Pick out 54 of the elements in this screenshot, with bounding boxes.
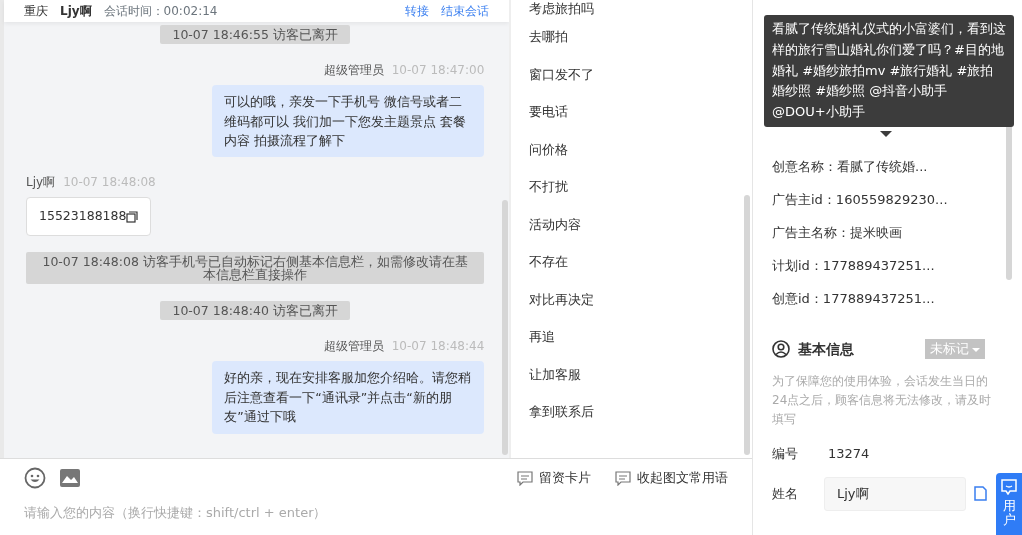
tooltip: 看腻了传统婚礼仪式的小富婆们，看到这样的旅行雪山婚礼你们爱了吗？#目的地婚礼 #婚纱旅拍mv #旅行婚礼 #旅拍婚纱照 #婚纱照 @抖音小助手 @DOU+小助手: [764, 15, 1014, 127]
visitor-location: 重庆: [24, 3, 48, 20]
info-text: 广告主id：160559829230...: [772, 190, 949, 209]
chat-bubble-icon: [1001, 479, 1017, 495]
sender-name: Ljy啊: [26, 175, 56, 190]
quick-reply-item[interactable]: 再追: [529, 318, 752, 356]
quick-reply-item[interactable]: 窗口发不了: [529, 55, 752, 93]
quick-reply-item[interactable]: 不存在: [529, 243, 752, 281]
composer-tool-link[interactable]: 收起图文常用语: [615, 468, 728, 488]
composer-tool-link[interactable]: 留资卡片: [517, 468, 591, 488]
quick-reply-item[interactable]: 让加客服: [529, 355, 752, 393]
visitor-name: Ljy啊: [60, 3, 92, 20]
header-link[interactable]: 转接: [405, 2, 430, 20]
copy-icon[interactable]: [126, 210, 139, 223]
chat-bubble-icon: [517, 470, 533, 486]
info-text: 创意名称：看腻了传统婚...: [772, 157, 929, 176]
quick-reply-item[interactable]: 考虑旅拍吗: [529, 0, 752, 18]
system-notice: 10-07 18:48:08 访客手机号已自动标记右侧基本信息栏，如需修改请在基本信息栏直接操作: [26, 252, 485, 285]
quick-reply-item[interactable]: 对比再决定: [529, 280, 752, 318]
quick-reply-item[interactable]: 活动内容: [529, 205, 752, 243]
info-text: 计划id：177889437251...: [772, 256, 936, 275]
field-label: 姓名: [772, 485, 798, 504]
copy-icon[interactable]: [974, 486, 987, 502]
message-time: 10-07 18:47:00: [391, 63, 485, 78]
quick-reply-item[interactable]: 不打扰: [529, 168, 752, 206]
info-text: 广告主名称：提米映画: [772, 223, 903, 242]
sender-name: 超级管理员: [323, 63, 384, 78]
tooltip-arrow: [880, 131, 892, 137]
quick-reply-item[interactable]: 要电话: [529, 93, 752, 131]
system-notice: 10-07 18:46:55 访客已离开: [160, 25, 350, 45]
info-text: 创意id：177889437251...: [772, 289, 936, 308]
message-bubble: 可以的哦，亲发一下手机号 微信号或者二维码都可以 我们加一下您发主题景点 套餐内容 拍摄流程了解下: [212, 85, 485, 158]
field-label: 编号: [772, 444, 798, 463]
user-icon: [772, 340, 790, 358]
section-title: 基本信息: [798, 339, 854, 359]
name-field[interactable]: Ljy啊: [824, 477, 966, 511]
notice-text: 为了保障您的使用体验，会话发生当日的24点之后，顾客信息将无法修改，请及时填写: [772, 373, 993, 429]
message-time: 10-07 18:48:44: [391, 339, 485, 354]
user-float-tab[interactable]: 用户: [996, 473, 1022, 535]
session-duration: 会话时间：00:02:14: [103, 3, 218, 20]
message-time: 10-07 18:48:08: [63, 175, 156, 190]
field-value: 13274: [828, 444, 870, 463]
quick-reply-item[interactable]: 问价格: [529, 130, 752, 168]
sender-name: 超级管理员: [323, 339, 384, 354]
quick-reply-item[interactable]: 拿到联系后: [529, 393, 752, 431]
header-link[interactable]: 结束会话: [441, 2, 490, 20]
message-bubble: 好的亲，现在安排客服加您介绍哈。请您稍后注意查看一下“通讯录”并点击“新的朋友”通过下哦: [212, 361, 485, 434]
system-notice: 10-07 18:48:40 访客已离开: [160, 301, 350, 321]
chat-bubble-icon: [615, 470, 631, 486]
phone-number: 15523188188: [39, 207, 127, 226]
image-icon[interactable]: [60, 468, 80, 488]
caret-icon: [972, 346, 980, 353]
emoji-icon[interactable]: [24, 467, 46, 489]
quick-reply-item[interactable]: 去哪拍: [529, 18, 752, 56]
